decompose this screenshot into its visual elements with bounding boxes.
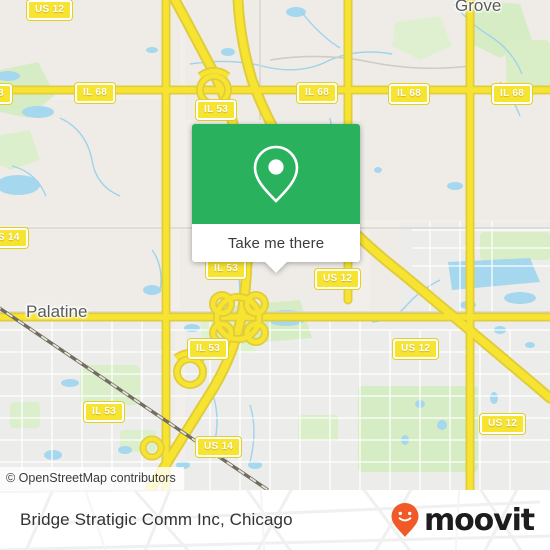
road-shield-us14-clipped[interactable]: S 14 bbox=[0, 228, 28, 248]
moovit-pin-smile-icon bbox=[391, 503, 419, 537]
road-shield-il53[interactable]: IL 53 bbox=[206, 259, 247, 279]
popup-tail-arrow bbox=[265, 262, 287, 273]
moovit-brand[interactable]: moovit bbox=[390, 490, 535, 550]
footer-bar: Bridge Stratigic Comm Inc, Chicago moovi… bbox=[0, 490, 550, 550]
popup-body[interactable]: Take me there bbox=[192, 224, 360, 273]
road-shield-us14[interactable]: US 14 bbox=[196, 437, 242, 457]
page-title: Bridge Stratigic Comm Inc, Chicago bbox=[20, 510, 293, 529]
road-shield-il53[interactable]: IL 53 bbox=[196, 100, 237, 120]
map-pin-icon bbox=[253, 145, 299, 203]
road-shield-us12[interactable]: US 12 bbox=[393, 339, 439, 359]
road-shield-il68[interactable]: IL 68 bbox=[75, 83, 116, 103]
road-shield-il68[interactable]: IL 68 bbox=[297, 83, 338, 103]
road-shield-us12[interactable]: US 12 bbox=[480, 414, 526, 434]
road-shield-il53[interactable]: IL 53 bbox=[84, 402, 125, 422]
osm-attribution[interactable]: © OpenStreetMap contributors bbox=[0, 467, 184, 490]
road-shield-il68[interactable]: IL 68 bbox=[492, 84, 533, 104]
moovit-wordmark: moovit bbox=[423, 502, 535, 538]
place-label-palatine: Palatine bbox=[26, 302, 88, 321]
popup-header bbox=[192, 124, 360, 224]
place-label-grove: Grove bbox=[455, 0, 502, 15]
take-me-there-label: Take me there bbox=[227, 234, 325, 252]
map-canvas[interactable]: Grove Palatine US 12 IL 68 IL 68 IL 68 I… bbox=[0, 0, 550, 490]
map-screenshot: Grove Palatine US 12 IL 68 IL 68 IL 68 I… bbox=[0, 0, 550, 550]
road-shield-il68-clipped[interactable]: 8 bbox=[0, 84, 12, 104]
map-popup[interactable]: Take me there bbox=[192, 124, 360, 273]
road-shield-us12[interactable]: US 12 bbox=[315, 269, 361, 289]
road-shield-il68[interactable]: IL 68 bbox=[389, 84, 430, 104]
road-shield-il53[interactable]: IL 53 bbox=[188, 339, 229, 359]
road-shield-us12[interactable]: US 12 bbox=[27, 0, 73, 20]
